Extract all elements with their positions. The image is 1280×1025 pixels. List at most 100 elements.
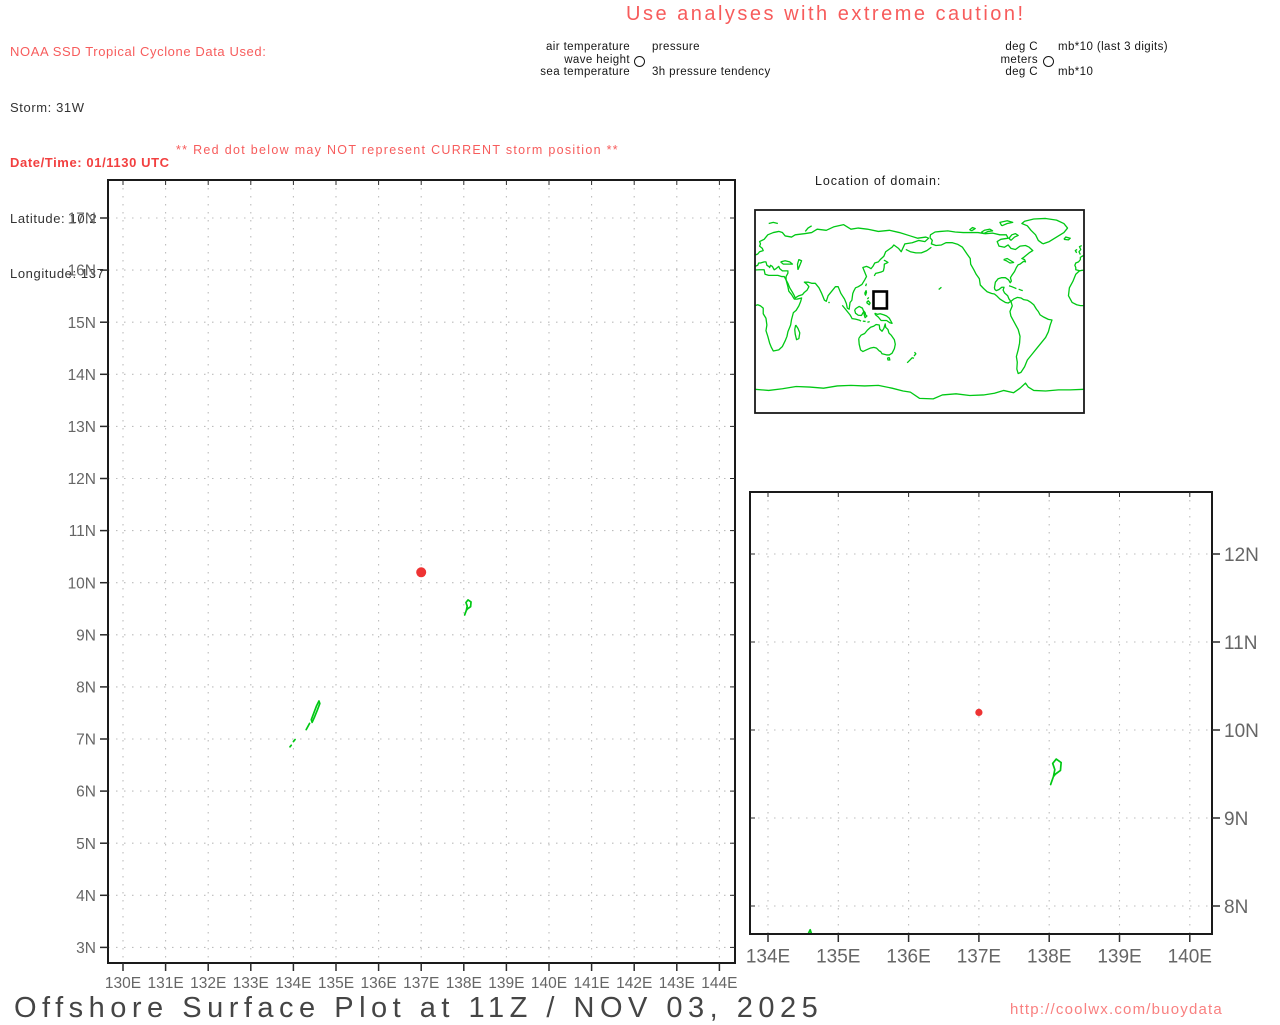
main-plot-x-tick-label: 131E	[147, 975, 183, 992]
zoom-plot-x-tick-label: 137E	[957, 947, 1001, 968]
coastline	[914, 352, 916, 356]
main-plot-y-tick-label: 7N	[76, 732, 96, 749]
coastline	[970, 227, 975, 230]
main-plot-x-tick-label: 130E	[105, 975, 141, 992]
zoom-plot-x-tick-label: 140E	[1168, 947, 1212, 968]
coastline	[1079, 246, 1082, 255]
coastline	[1010, 297, 1052, 373]
main-plot-x-tick-label: 136E	[360, 975, 396, 992]
island-outline-yap-ngulu	[1051, 759, 1062, 785]
coastline	[1075, 249, 1077, 252]
coastline	[1068, 270, 1083, 306]
main-plot-y-tick-label: 6N	[76, 784, 96, 801]
zoom-plot-y-tick-label: 9N	[1224, 809, 1248, 830]
source-url: http://coolwx.com/buoydata	[1010, 1001, 1223, 1018]
zoom-plot-x-tick-label: 138E	[1027, 947, 1071, 968]
coastline	[930, 231, 1033, 303]
coastline	[755, 225, 929, 310]
coastline	[805, 226, 811, 232]
coastline	[865, 291, 867, 296]
main-plot-y-tick-label: 15N	[68, 315, 96, 332]
zoom-plot-y-tick-label: 8N	[1224, 897, 1248, 918]
island-outline-palau-tail	[789, 968, 795, 979]
coastline	[829, 302, 830, 303]
coastline	[907, 358, 914, 363]
zoom-plot-x-tick-label: 134E	[746, 947, 790, 968]
main-plot-y-tick-label: 3N	[76, 940, 96, 957]
page-title: Offshore Surface Plot at 11Z / NOV 03, 2…	[14, 992, 823, 1025]
coastline	[867, 297, 868, 299]
zoom-plot-x-tick-label: 139E	[1097, 947, 1141, 968]
coastline	[906, 247, 932, 253]
zoom-plot-coastlines	[762, 759, 1061, 1007]
coastline	[855, 306, 864, 315]
main-plot-x-tick-label: 140E	[531, 975, 567, 992]
coastline	[1009, 234, 1018, 241]
coastline	[866, 301, 870, 305]
main-plot-y-tick-label: 13N	[68, 419, 96, 436]
main-plot-x-tick-label: 143E	[659, 975, 695, 992]
coastline	[866, 284, 867, 287]
coastline	[1019, 289, 1023, 290]
coastline	[1009, 286, 1016, 289]
main-plot-y-tick-label: 8N	[76, 679, 96, 696]
main-plot-coastlines	[290, 600, 471, 747]
main-plot-y-tick-label: 14N	[68, 367, 96, 384]
island-outline-palau-dot-2	[290, 745, 291, 747]
coastline	[769, 222, 778, 223]
main-plot-y-tick-label: 4N	[76, 888, 96, 905]
coastline	[1022, 218, 1068, 243]
coastline	[859, 324, 896, 355]
main-plot-x-tick-label: 141E	[573, 975, 609, 992]
main-plot-x-tick-label: 138E	[446, 975, 482, 992]
plot-canvas: 130E 131E 132E 133E 134E 135E 136E 137E 138E 139E…	[0, 0, 1280, 1024]
zoom-plot-y-tick-label: 11N	[1224, 633, 1257, 654]
coastline	[1075, 255, 1084, 271]
coastline	[1000, 221, 1013, 226]
zoom-plot-x-tick-label: 136E	[886, 947, 930, 968]
main-plot-x-tick-label: 134E	[275, 975, 311, 992]
zoom-plot-storm-dot	[975, 709, 982, 716]
zoom-plot: 134E 135E 136E 137E 138E 139E 140E 12N 11N 10N 9N 8…	[746, 492, 1259, 1007]
coastline	[875, 313, 892, 323]
main-plot-y-tick-label: 12N	[68, 471, 96, 488]
main-plot-y-tick-label: 10N	[68, 575, 96, 592]
offshore-surface-plot-page: { "header": { "source_line": "NOAA SSD T…	[0, 0, 1280, 1024]
world-map-coastlines	[755, 218, 1084, 398]
main-plot-axis: 130E 131E 132E 133E 134E 135E 136E 137E 138E 139E…	[68, 180, 738, 992]
zoom-plot-y-tick-label: 10N	[1224, 721, 1259, 742]
island-outline-palau-main	[311, 701, 320, 722]
main-plot-y-tick-label: 9N	[76, 627, 96, 644]
island-outline-palau-tail	[306, 723, 309, 729]
main-plot-y-tick-label: 5N	[76, 836, 96, 853]
main-plot-y-tick-label: 16N	[68, 263, 96, 280]
coastline	[867, 322, 869, 323]
main-plot-x-tick-label: 142E	[616, 975, 652, 992]
coastline	[1004, 258, 1014, 263]
coastline	[851, 318, 861, 321]
island-outline-palau-main	[798, 930, 812, 966]
main-plot-x-tick-label: 144E	[701, 975, 737, 992]
main-plot-x-tick-label: 139E	[488, 975, 524, 992]
main-plot-x-tick-label: 135E	[318, 975, 354, 992]
zoom-plot-x-tick-label: 135E	[816, 947, 860, 968]
domain-box	[873, 292, 886, 309]
coastline	[888, 358, 890, 360]
main-plot: 130E 131E 132E 133E 134E 135E 136E 137E 138E 139E…	[68, 180, 738, 992]
coastline	[864, 311, 867, 318]
main-plot-y-tick-label: 17N	[68, 211, 96, 228]
main-plot-x-tick-label: 137E	[403, 975, 439, 992]
coastline	[1064, 237, 1070, 240]
coastline	[781, 261, 793, 264]
coastline	[755, 383, 1084, 399]
main-plot-x-tick-label: 132E	[190, 975, 226, 992]
main-plot-x-tick-label: 133E	[233, 975, 269, 992]
main-plot-storm-dot	[416, 567, 426, 577]
island-outline-yap-ngulu	[465, 600, 471, 615]
main-plot-y-tick-label: 11N	[69, 523, 96, 540]
coastline	[939, 287, 942, 289]
zoom-plot-y-tick-label: 12N	[1224, 545, 1259, 566]
island-outline-palau-dot-1	[293, 740, 295, 742]
coastline	[797, 260, 801, 270]
coastline	[795, 325, 800, 340]
